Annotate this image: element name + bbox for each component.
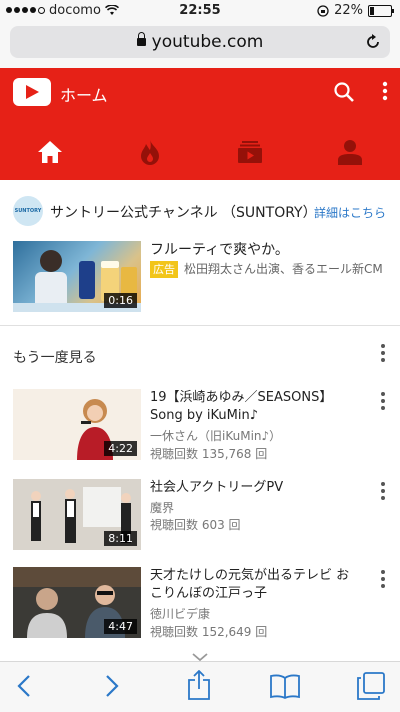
ad-description: 広告 松田翔太さん出演、香るエール新CM [150,261,385,278]
ad-title[interactable]: フルーティで爽やか。 [150,239,289,259]
video-channel[interactable]: 一休さん（旧iKuMin♪） [150,427,281,444]
video-duration: 8:11 [104,531,137,546]
video-channel[interactable]: 魔界 [150,499,174,516]
more-options-icon[interactable] [380,481,386,501]
video-duration: 0:16 [104,293,137,308]
bookmarks-icon[interactable] [270,673,300,699]
page-title: ホーム [60,86,108,105]
video-item[interactable]: 4:47 天才たけしの元気が出るテレビ おこりんぼの江戸っ子 徳川ビデ康 視聴回… [0,567,400,647]
tab-subscriptions[interactable] [200,123,300,180]
browser-address-area: youtube.com [0,22,400,68]
ad-thumbnail[interactable]: 0:16 [13,241,141,312]
more-options-icon[interactable] [380,391,386,411]
video-thumbnail[interactable]: 4:22 [13,389,141,460]
account-icon [338,139,362,165]
subscriptions-icon [238,140,262,163]
ad-description-text: 松田翔太さん出演、香るエール新CM [184,262,383,276]
rotation-lock-icon [317,4,329,17]
url-display[interactable]: youtube.com [10,32,390,52]
chevron-down-icon[interactable] [192,653,208,661]
battery-percent: 22% [334,3,363,18]
video-title[interactable]: 天才たけしの元気が出るテレビ おこりんぼの江戸っ子 [150,567,360,603]
reload-icon[interactable] [364,33,382,51]
ad-card: SUNTORY サントリー公式チャンネル （SUNTORY） 詳細はこちら 0:… [0,180,400,326]
section-title: もう一度見る [13,350,97,366]
video-duration: 4:22 [104,441,137,456]
battery-area: 22% [317,3,394,18]
trending-icon [141,139,159,165]
forward-icon[interactable] [104,674,120,698]
tabs-icon[interactable] [357,672,385,700]
battery-icon [368,4,394,17]
video-duration: 4:47 [104,619,137,634]
video-thumbnail[interactable]: 8:11 [13,479,141,550]
more-options-icon[interactable] [380,343,386,363]
video-views: 視聴回数 135,768 回 [150,447,268,461]
video-views: 視聴回数 603 回 [150,518,241,532]
status-bar: docomo 22:55 22% [0,0,400,22]
address-bar[interactable]: youtube.com [10,26,390,58]
channel-avatar[interactable]: SUNTORY [13,196,43,226]
ad-channel-name[interactable]: サントリー公式チャンネル （SUNTORY） [50,202,317,222]
video-title[interactable]: 19【浜崎あゆみ／SEASONS】Song by iKuMin♪ [150,389,360,425]
share-icon[interactable] [187,670,211,700]
youtube-header: ホーム [0,68,400,180]
tab-account[interactable] [300,123,400,180]
back-icon[interactable] [16,674,32,698]
play-icon [26,85,39,99]
search-icon[interactable] [333,81,355,103]
details-link[interactable]: 詳細はこちら [314,204,386,221]
browser-toolbar [0,661,400,712]
url-text: youtube.com [151,32,264,52]
video-thumbnail[interactable]: 4:47 [13,567,141,638]
tab-home[interactable] [0,123,100,180]
tab-trending[interactable] [100,123,200,180]
video-channel[interactable]: 徳川ビデ康 [150,605,210,622]
tab-bar [0,123,400,180]
home-icon [38,140,62,163]
video-views: 視聴回数 152,649 回 [150,625,268,639]
ad-badge: 広告 [150,261,178,278]
video-title[interactable]: 社会人アクトリーグPV [150,479,360,497]
youtube-logo[interactable] [13,78,51,106]
more-options-icon[interactable] [382,80,388,102]
more-options-icon[interactable] [380,569,386,589]
video-item[interactable]: 8:11 社会人アクトリーグPV 魔界 視聴回数 603 回 [0,479,400,559]
lock-icon [136,32,146,46]
video-item[interactable]: 4:22 19【浜崎あゆみ／SEASONS】Song by iKuMin♪ 一休… [0,389,400,469]
